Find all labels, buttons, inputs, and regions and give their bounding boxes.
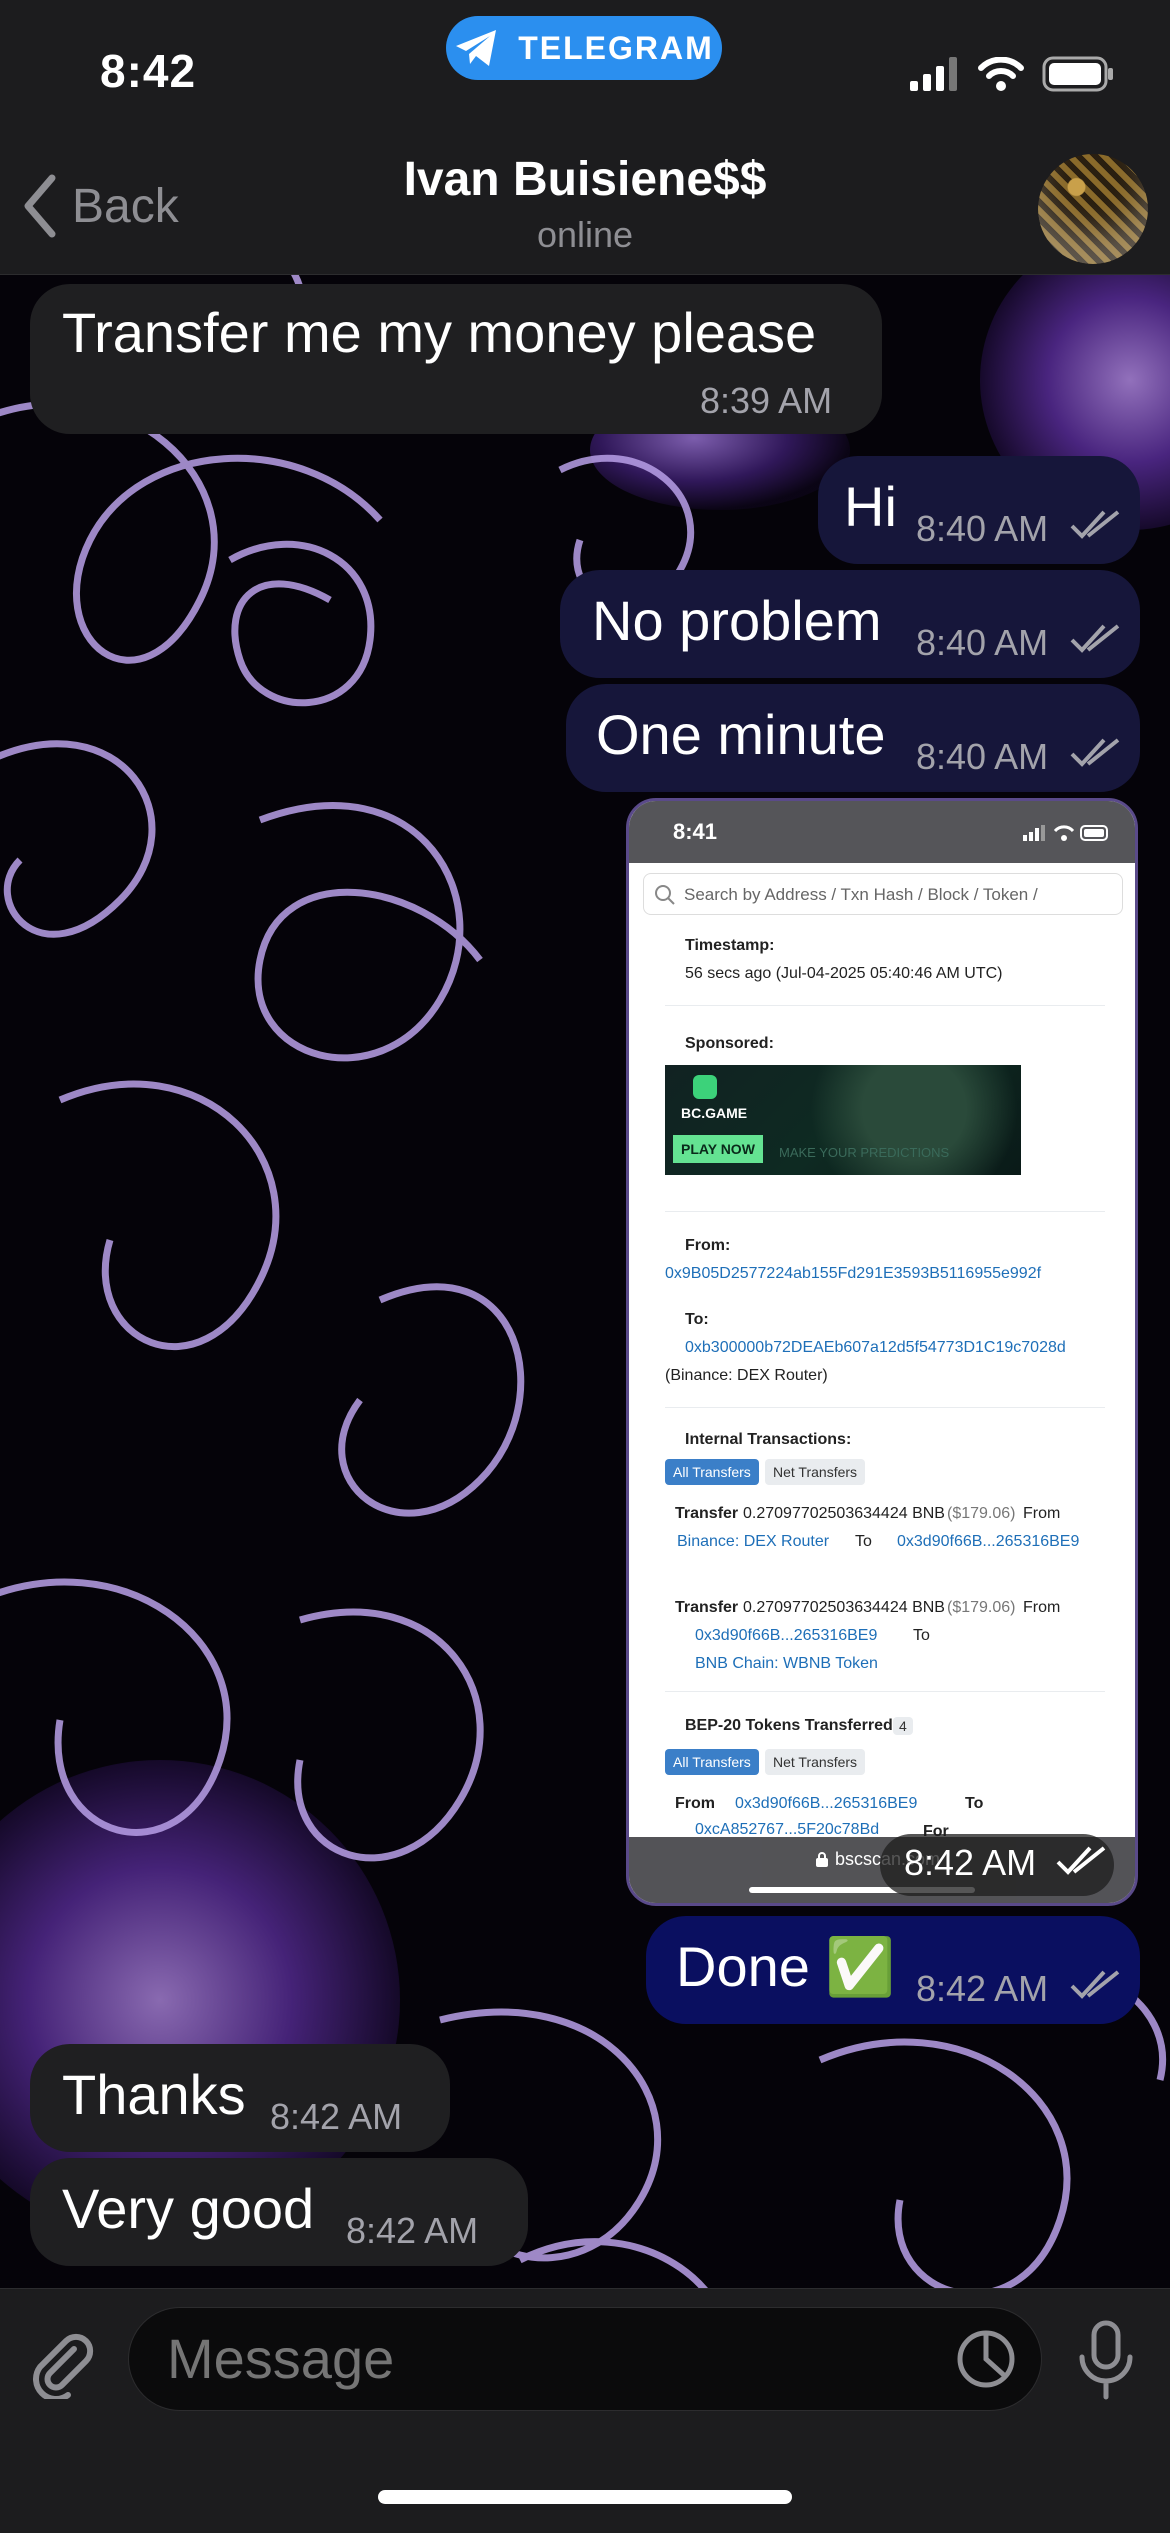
telegram-pill-label: TELEGRAM [518,29,714,66]
divider [665,1691,1105,1692]
double-check-icon [1070,1970,1120,1999]
transfer-from-word: From [1023,1505,1061,1522]
message-text: Very good [62,2177,315,2240]
transfer-to-word: To [855,1533,872,1550]
transfer-to-link: 0x3d90f66B...265316BE9 [897,1533,1080,1550]
clock: 8:42 [100,45,197,97]
message-time: 8:39 AM [700,380,833,421]
transfer-usd: ($179.06) [947,1505,1016,1522]
transfer-word: Transfer [675,1599,739,1616]
double-check-icon [1070,738,1120,767]
message-time: 8:40 AM [916,622,1049,663]
contact-status: online [536,214,634,255]
to-name: (Binance: DEX Router) [665,1367,828,1384]
shot-search-placeholder: Search by Address / Txn Hash / Block / T… [684,885,1038,904]
message-time: 8:42 AM [346,2210,479,2251]
message-time: 8:40 AM [916,508,1049,549]
ad-logo-icon [693,1075,717,1099]
double-check-icon [1070,624,1120,653]
bep20-count-badge: 4 [893,1717,913,1735]
from-address-link: 0x9B05D2577224ab155Fd291E3593B5116955e99… [665,1265,1042,1282]
message-text: Hi [844,475,897,538]
telegram-pill[interactable]: TELEGRAM [446,16,722,80]
shot-clock: 8:41 [673,819,718,844]
home-indicator [378,2490,792,2504]
message-text: One minute [596,703,886,766]
net-transfers-tab: Net Transfers [765,1749,866,1775]
timestamp-value: 56 secs ago (Jul-04-2025 05:40:46 AM UTC… [685,965,1003,982]
ad-play-button: PLAY NOW [673,1135,763,1163]
internal-tx-label: Internal Transactions: [685,1431,852,1448]
to-label: To: [685,1311,709,1328]
all-transfers-tab: All Transfers [665,1749,759,1775]
net-transfers-tab: Net Transfers [765,1459,866,1485]
all-transfers-tab: All Transfers [665,1459,759,1485]
bep20-label: BEP-20 Tokens Transferred: [685,1717,899,1734]
sticker-icon[interactable] [956,2329,1016,2389]
sponsored-label: Sponsored: [685,1035,774,1052]
message-time: 8:42 AM [904,1842,1037,1883]
divider [665,1211,1105,1212]
bep20-from-word: From [675,1795,715,1812]
transfer-to-link: BNB Chain: WBNB Token [695,1655,878,1672]
avatar[interactable] [1038,154,1148,264]
shot-search-input: Search by Address / Txn Hash / Block / T… [643,873,1123,915]
from-label: From: [685,1237,731,1254]
shot-status-icons [1023,825,1108,841]
transfer-word: Transfer [675,1505,739,1522]
transfer-from-link: Binance: DEX Router [677,1533,830,1550]
sponsored-ad-banner: BC.GAME PLAY NOW MAKE YOUR PREDICTIONS [665,1065,1021,1175]
screenshot-image-message[interactable]: 8:41 Search by Address / Txn Hash / Bloc… [626,798,1138,1906]
message-text: Transfer me my money please [62,301,817,364]
message-text: Thanks [62,2063,246,2126]
search-icon [655,885,675,905]
ad-brand: BC.GAME [681,1105,748,1121]
bep20-to-word: To [965,1795,984,1812]
double-check-icon [1056,1846,1106,1875]
transfer-from-link: 0x3d90f66B...265316BE9 [695,1627,878,1644]
double-check-icon [1070,510,1120,539]
transfer-from-word: From [1023,1599,1061,1616]
to-address-link: 0xb300000b72DEAEb607a12d5f54773D1C19c702… [685,1339,1066,1356]
message-time: 8:42 AM [916,1968,1049,2009]
divider [665,1407,1105,1408]
transfer-to-word: To [913,1627,930,1644]
lock-icon [816,1852,828,1867]
message-time: 8:40 AM [916,736,1049,777]
contact-name[interactable]: Ivan Buisiene$$ [0,152,1170,207]
transfer-amount: 0.27097702503634424 BNB [743,1599,945,1616]
message-text: Done ✅ [676,1935,896,1998]
shot-status-bar: 8:41 [629,801,1135,863]
telegram-icon [456,30,497,66]
wifi-icon [978,57,1024,91]
cellular-signal-icon [910,57,957,91]
bep20-from-link: 0x3d90f66B...265316BE9 [735,1795,918,1812]
ad-tagline: MAKE YOUR PREDICTIONS [779,1145,950,1160]
chat-header: Back Ivan Buisiene$$ online [0,140,1170,275]
status-icons [910,56,1114,92]
message-text: No problem [592,589,882,652]
divider [665,1005,1105,1006]
message-input[interactable] [128,2307,1042,2411]
status-bar: 8:42 TELEGRAM [0,0,1170,140]
battery-icon [1042,56,1113,92]
transfer-usd: ($179.06) [947,1599,1016,1616]
transfer-amount: 0.27097702503634424 BNB [743,1505,945,1522]
attach-paperclip-icon[interactable] [28,2329,98,2399]
timestamp-label: Timestamp: [685,937,775,954]
microphone-icon[interactable] [1074,2319,1138,2403]
message-time: 8:42 AM [270,2096,403,2137]
